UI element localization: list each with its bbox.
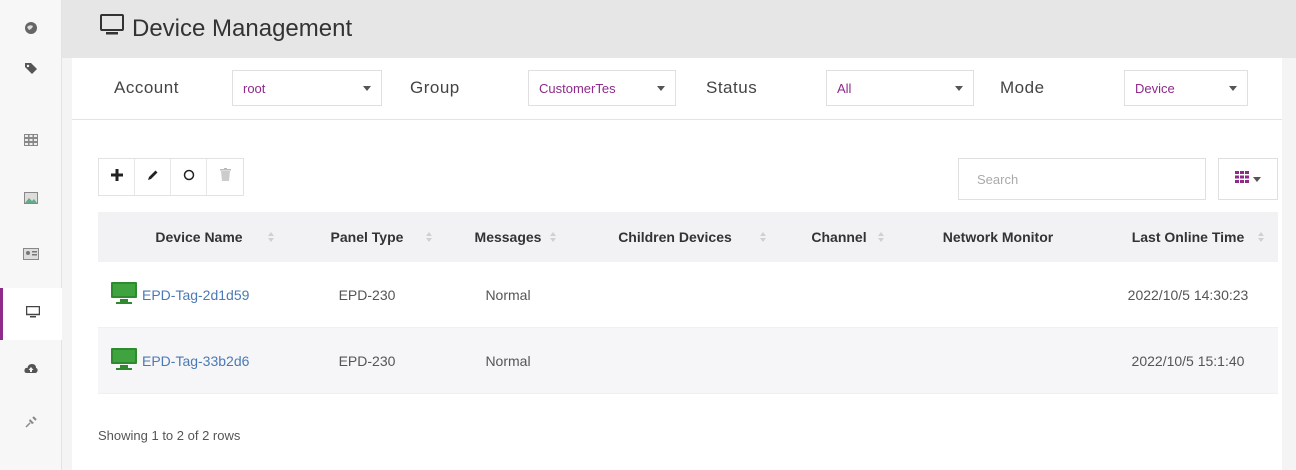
messages-cell: Normal [485,352,531,369]
account-select[interactable]: root [232,70,382,106]
sort-icon [878,232,884,242]
globe-icon [24,21,38,40]
group-select-value: CustomerTes [539,80,616,96]
children-devices-cell [570,328,780,394]
status-label: Status [706,78,758,97]
device-name-cell: EPD-Tag-33b2d6 [98,328,288,394]
network-monitor-cell [898,328,1098,394]
sidebar-item-tags[interactable] [0,46,62,94]
device-panel: Device Name Panel Type Messages Children… [72,120,1282,470]
page-header: Device Management [62,0,1296,58]
column-header-label: Messages [474,229,542,245]
table-toolbar [98,158,244,196]
account-select-value: root [243,80,266,96]
grid-icon [24,133,38,151]
sort-icon [426,232,432,242]
sort-icon [760,232,766,242]
monitor-icon [110,281,138,308]
device-link[interactable]: EPD-Tag-33b2d6 [142,353,249,369]
group-select[interactable]: CustomerTes [528,70,676,106]
table-header: Device Name Panel Type Messages Children… [98,212,1278,262]
chevron-down-icon [657,85,665,91]
device-link[interactable]: EPD-Tag-2d1d59 [142,287,249,303]
chevron-down-icon [1253,176,1261,182]
pin-icon [24,415,38,434]
grid-icon [1235,170,1249,188]
pagination-info: Showing 1 to 2 of 2 rows [98,428,241,443]
columns-button[interactable] [1218,158,1278,200]
column-header-label: Device Name [155,229,243,245]
column-header-messages[interactable]: Messages [446,212,570,262]
chevron-down-icon [1229,85,1237,91]
sidebar-item-pin[interactable] [0,400,62,448]
delete-button[interactable] [207,159,243,195]
sort-icon [550,232,556,242]
cloud-upload-icon [24,361,38,379]
mode-select[interactable]: Device [1124,70,1248,106]
group-label: Group [410,78,460,97]
circle-icon [183,168,195,186]
sidebar-item-devices[interactable] [0,288,62,340]
column-header-network-monitor[interactable]: Network Monitor [898,212,1098,262]
sort-icon [268,232,274,242]
sidebar-item-images[interactable] [0,176,62,224]
column-header-label: Channel [811,229,867,245]
status-select-value: All [837,80,852,96]
chevron-down-icon [955,85,963,91]
mode-label: Mode [1000,78,1045,97]
column-header-device-name[interactable]: Device Name [98,212,288,262]
search-input[interactable] [958,158,1206,200]
column-header-children-devices[interactable]: Children Devices [570,212,780,262]
sidebar [0,0,62,470]
status-select[interactable]: All [826,70,974,106]
account-label: Account [114,78,179,97]
column-header-label: Last Online Time [1131,229,1245,245]
column-header-panel-type[interactable]: Panel Type [288,212,446,262]
device-name-cell: EPD-Tag-2d1d59 [98,262,288,328]
channel-cell [780,262,898,328]
mode-select-value: Device [1135,80,1175,96]
sort-icon [1258,232,1264,242]
main-area: Device Management Account root Group Cus… [62,0,1296,470]
children-devices-cell [570,262,780,328]
column-header-label: Network Monitor [942,229,1054,245]
panel-type-cell: EPD-230 [338,352,396,369]
add-button[interactable] [99,159,135,195]
page-title-text: Device Management [132,14,353,42]
column-header-last-online-time[interactable]: Last Online Time [1098,212,1278,262]
filter-bar: Account root Group CustomerTes Status Al… [72,58,1282,120]
table-row[interactable]: EPD-Tag-33b2d6 EPD-230 Normal 2022/10/5 … [98,328,1278,394]
sidebar-item-cards[interactable] [0,232,62,280]
page-title: Device Management [100,14,352,43]
monitor-icon [110,347,138,374]
id-card-icon [23,247,39,265]
sidebar-item-grid[interactable] [0,118,62,166]
last-online-cell: 2022/10/5 14:30:23 [1127,286,1249,303]
toggle-button[interactable] [171,159,207,195]
pencil-icon [147,168,159,186]
panel-type-cell: EPD-230 [338,286,396,303]
table-row[interactable]: EPD-Tag-2d1d59 EPD-230 Normal 2022/10/5 … [98,262,1278,328]
column-header-label: Children Devices [618,229,732,245]
monitor-icon [25,305,40,323]
image-icon [24,191,38,209]
messages-cell: Normal [485,286,531,303]
column-header-label: Panel Type [330,229,404,245]
trash-icon [219,168,231,186]
sidebar-item-cloud[interactable] [0,346,62,394]
monitor-icon [100,14,132,43]
plus-icon [110,168,123,186]
channel-cell [780,328,898,394]
chevron-down-icon [363,85,371,91]
column-header-channel[interactable]: Channel [780,212,898,262]
tag-icon [24,61,38,80]
network-monitor-cell [898,262,1098,328]
last-online-cell: 2022/10/5 15:1:40 [1131,352,1245,369]
edit-button[interactable] [135,159,171,195]
device-table: Device Name Panel Type Messages Children… [98,212,1278,394]
